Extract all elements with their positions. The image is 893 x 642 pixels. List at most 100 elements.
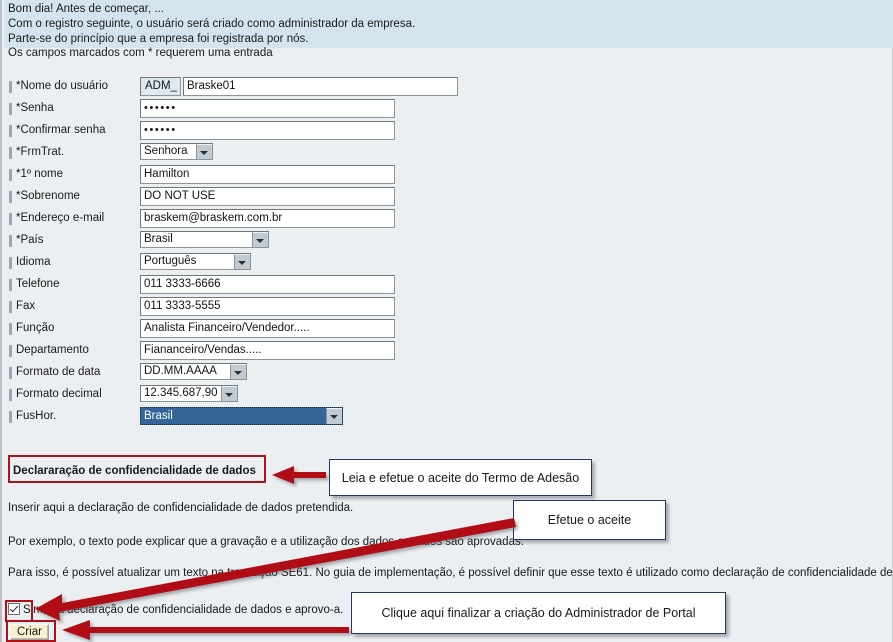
label-salutation: *FrmTrat. <box>16 146 65 158</box>
salutation-select[interactable]: Senhora <box>140 143 213 160</box>
form-row-firstname: *1º nome Hamilton <box>2 165 893 188</box>
label-timezone: FusHor. <box>16 410 57 422</box>
row-marker-icon <box>9 367 12 379</box>
chevron-down-icon[interactable] <box>326 408 342 424</box>
row-marker-icon <box>9 213 12 225</box>
application-frame: Bom dia! Antes de começar, ... Com o reg… <box>0 0 893 642</box>
field-lastname: DO NOT USE <box>140 187 395 206</box>
lastname-input[interactable]: DO NOT USE <box>140 187 395 206</box>
username-prefix: ADM_ <box>140 77 181 96</box>
date-format-select-value: DD.MM.AAAA <box>144 365 217 377</box>
field-role: Analista Financeiro/Vendedor..... <box>140 319 395 338</box>
language-select-value: Português <box>144 255 197 267</box>
form-row-password: *Senha •••••• <box>2 99 893 122</box>
intro-line-3: Parte-se do princípio que a empresa foi … <box>8 33 309 45</box>
row-marker-icon <box>9 125 12 137</box>
chevron-down-icon[interactable] <box>234 254 250 269</box>
intro-line-2: Com o registro seguinte, o usuário será … <box>8 18 416 30</box>
form-row-username: *Nome do usuário ADM_ Braske01 <box>2 77 893 100</box>
form-row-salutation: *FrmTrat. Senhora <box>2 143 893 166</box>
role-input[interactable]: Analista Financeiro/Vendedor..... <box>140 319 395 338</box>
registration-form: *Nome do usuário ADM_ Braske01 *Senha •••… <box>2 77 893 430</box>
form-row-department: Departamento Fiananceiro/Vendas..... <box>2 341 893 364</box>
form-row-timezone: FusHor. Brasil <box>2 407 893 430</box>
form-row-decimal-format: Formato decimal 12.345.687,90 <box>2 385 893 408</box>
field-firstname: Hamilton <box>140 165 395 184</box>
callout-read-text: Leia e efetue o aceite do Termo de Adesã… <box>341 470 580 485</box>
field-password: •••••• <box>140 99 395 118</box>
field-department: Fiananceiro/Vendas..... <box>140 341 395 360</box>
language-select[interactable]: Português <box>140 253 251 270</box>
accept-declaration-row[interactable]: Sim, li a declaração de confidencialidad… <box>8 603 343 619</box>
label-firstname: *1º nome <box>16 168 64 180</box>
row-marker-icon <box>9 301 12 313</box>
label-language: Idioma <box>16 256 51 268</box>
label-lastname: *Sobrenome <box>16 190 80 202</box>
create-button-highlight <box>6 620 56 642</box>
callout-do-accept: Efetue o aceite <box>513 500 666 540</box>
firstname-input[interactable]: Hamilton <box>140 165 395 184</box>
label-password: *Senha <box>16 102 54 114</box>
label-decimal-format: Formato decimal <box>16 388 102 400</box>
row-marker-icon <box>9 147 12 159</box>
field-country: Brasil <box>140 231 269 248</box>
timezone-select[interactable]: Brasil <box>140 407 343 425</box>
fax-input[interactable]: 011 3333-5555 <box>140 297 395 316</box>
password-input[interactable]: •••••• <box>140 99 395 118</box>
row-marker-icon <box>9 411 12 423</box>
intro-banner: Bom dia! Antes de começar, ... Com o reg… <box>4 0 893 48</box>
field-fax: 011 3333-5555 <box>140 297 395 316</box>
confirm-password-input[interactable]: •••••• <box>140 121 395 140</box>
label-email: *Endereço e-mail <box>16 212 105 224</box>
form-row-phone: Telefone 011 3333-6666 <box>2 275 893 298</box>
decimal-format-select-value: 12.345.687,90 <box>144 387 218 399</box>
intro-line-1: Bom dia! Antes de começar, ... <box>8 3 164 15</box>
declaration-paragraph-3: Para isso, é possível atualizar um texto… <box>8 567 893 579</box>
callout-accept-text: Efetue o aceite <box>547 513 632 527</box>
label-username: *Nome do usuário <box>16 80 109 92</box>
callout-click-create: Clique aqui finalizar a criação do Admin… <box>351 592 726 634</box>
phone-input[interactable]: 011 3333-6666 <box>140 275 395 294</box>
field-salutation: Senhora <box>140 143 213 160</box>
form-row-language: Idioma Português <box>2 253 893 276</box>
field-date-format: DD.MM.AAAA <box>140 363 247 380</box>
field-timezone: Brasil <box>140 407 343 425</box>
date-format-select[interactable]: DD.MM.AAAA <box>140 363 247 380</box>
country-select[interactable]: Brasil <box>140 231 269 248</box>
form-row-role: Função Analista Financeiro/Vendedor..... <box>2 319 893 342</box>
chevron-down-icon[interactable] <box>196 144 212 159</box>
form-row-date-format: Formato de data DD.MM.AAAA <box>2 363 893 386</box>
row-marker-icon <box>9 169 12 181</box>
label-department: Departamento <box>16 344 89 356</box>
decimal-format-select[interactable]: 12.345.687,90 <box>140 385 238 402</box>
timezone-select-value: Brasil <box>141 408 326 424</box>
row-marker-icon <box>9 257 12 269</box>
username-input[interactable]: Braske01 <box>182 77 458 96</box>
row-marker-icon <box>9 345 12 357</box>
form-row-email: *Endereço e-mail braskem@braskem.com.br <box>2 209 893 232</box>
salutation-select-value: Senhora <box>144 145 188 157</box>
label-country: *País <box>16 234 44 246</box>
form-row-country: *País Brasil <box>2 231 893 254</box>
callout-read-accept-terms: Leia e efetue o aceite do Termo de Adesã… <box>329 459 592 496</box>
chevron-down-icon[interactable] <box>252 232 268 247</box>
field-language: Português <box>140 253 251 270</box>
declaration-heading: Declararação de confidencialidade de dad… <box>13 465 256 477</box>
chevron-down-icon[interactable] <box>230 364 246 379</box>
department-input[interactable]: Fiananceiro/Vendas..... <box>140 341 395 360</box>
email-input[interactable]: braskem@braskem.com.br <box>140 209 395 228</box>
field-confirm-password: •••••• <box>140 121 395 140</box>
chevron-down-icon[interactable] <box>221 386 237 401</box>
row-marker-icon <box>9 235 12 247</box>
label-fax: Fax <box>16 300 36 312</box>
form-row-fax: Fax 011 3333-5555 <box>2 297 893 320</box>
callout-create-text: Clique aqui finalizar a criação do Admin… <box>381 606 696 620</box>
arrow-to-declaration-heading <box>272 466 326 484</box>
required-fields-note: Os campos marcados com * requerem uma en… <box>8 47 273 59</box>
row-marker-icon <box>9 191 12 203</box>
field-email: braskem@braskem.com.br <box>140 209 395 228</box>
form-row-confirm-password: *Confirmar senha •••••• <box>2 121 893 144</box>
row-marker-icon <box>9 389 12 401</box>
form-row-lastname: *Sobrenome DO NOT USE <box>2 187 893 210</box>
field-username: ADM_ Braske01 <box>140 77 458 96</box>
